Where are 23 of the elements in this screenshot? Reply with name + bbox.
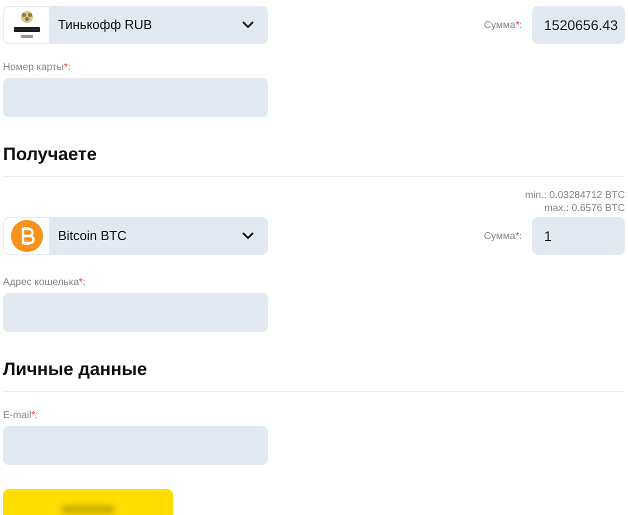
currency-select[interactable]: Bitcoin BTC	[3, 217, 268, 255]
field-label: E-mail*:	[3, 409, 38, 423]
field-label: Адрес кошелька*:	[3, 276, 86, 290]
input-field[interactable]	[3, 426, 268, 465]
section-heading: Получаете	[3, 143, 97, 166]
bitcoin-icon	[10, 220, 42, 252]
section-heading: Личные данные	[3, 358, 147, 381]
input-field[interactable]	[3, 293, 268, 332]
chevron-down-icon	[242, 21, 254, 29]
limit-text: min.: 0.03284712 BTC	[524, 189, 625, 202]
field-label: Сумма*:	[484, 230, 522, 244]
field-label: Сумма*:	[484, 18, 522, 32]
currency-select[interactable]: Тинькофф RUB	[3, 6, 268, 44]
amount-field[interactable]: 1520656.43	[532, 6, 625, 44]
bank-logo-icon	[12, 9, 42, 41]
input-field[interactable]	[3, 78, 268, 117]
blurred-label	[61, 504, 115, 514]
amount-field[interactable]: 1	[532, 217, 625, 255]
currency-name: Тинькофф RUB	[58, 16, 154, 34]
currency-name: Bitcoin BTC	[58, 227, 128, 246]
chevron-down-icon	[242, 232, 254, 240]
limit-text: max.: 0.6576 BTC	[544, 202, 625, 215]
field-label: Номер карты*:	[3, 61, 71, 75]
